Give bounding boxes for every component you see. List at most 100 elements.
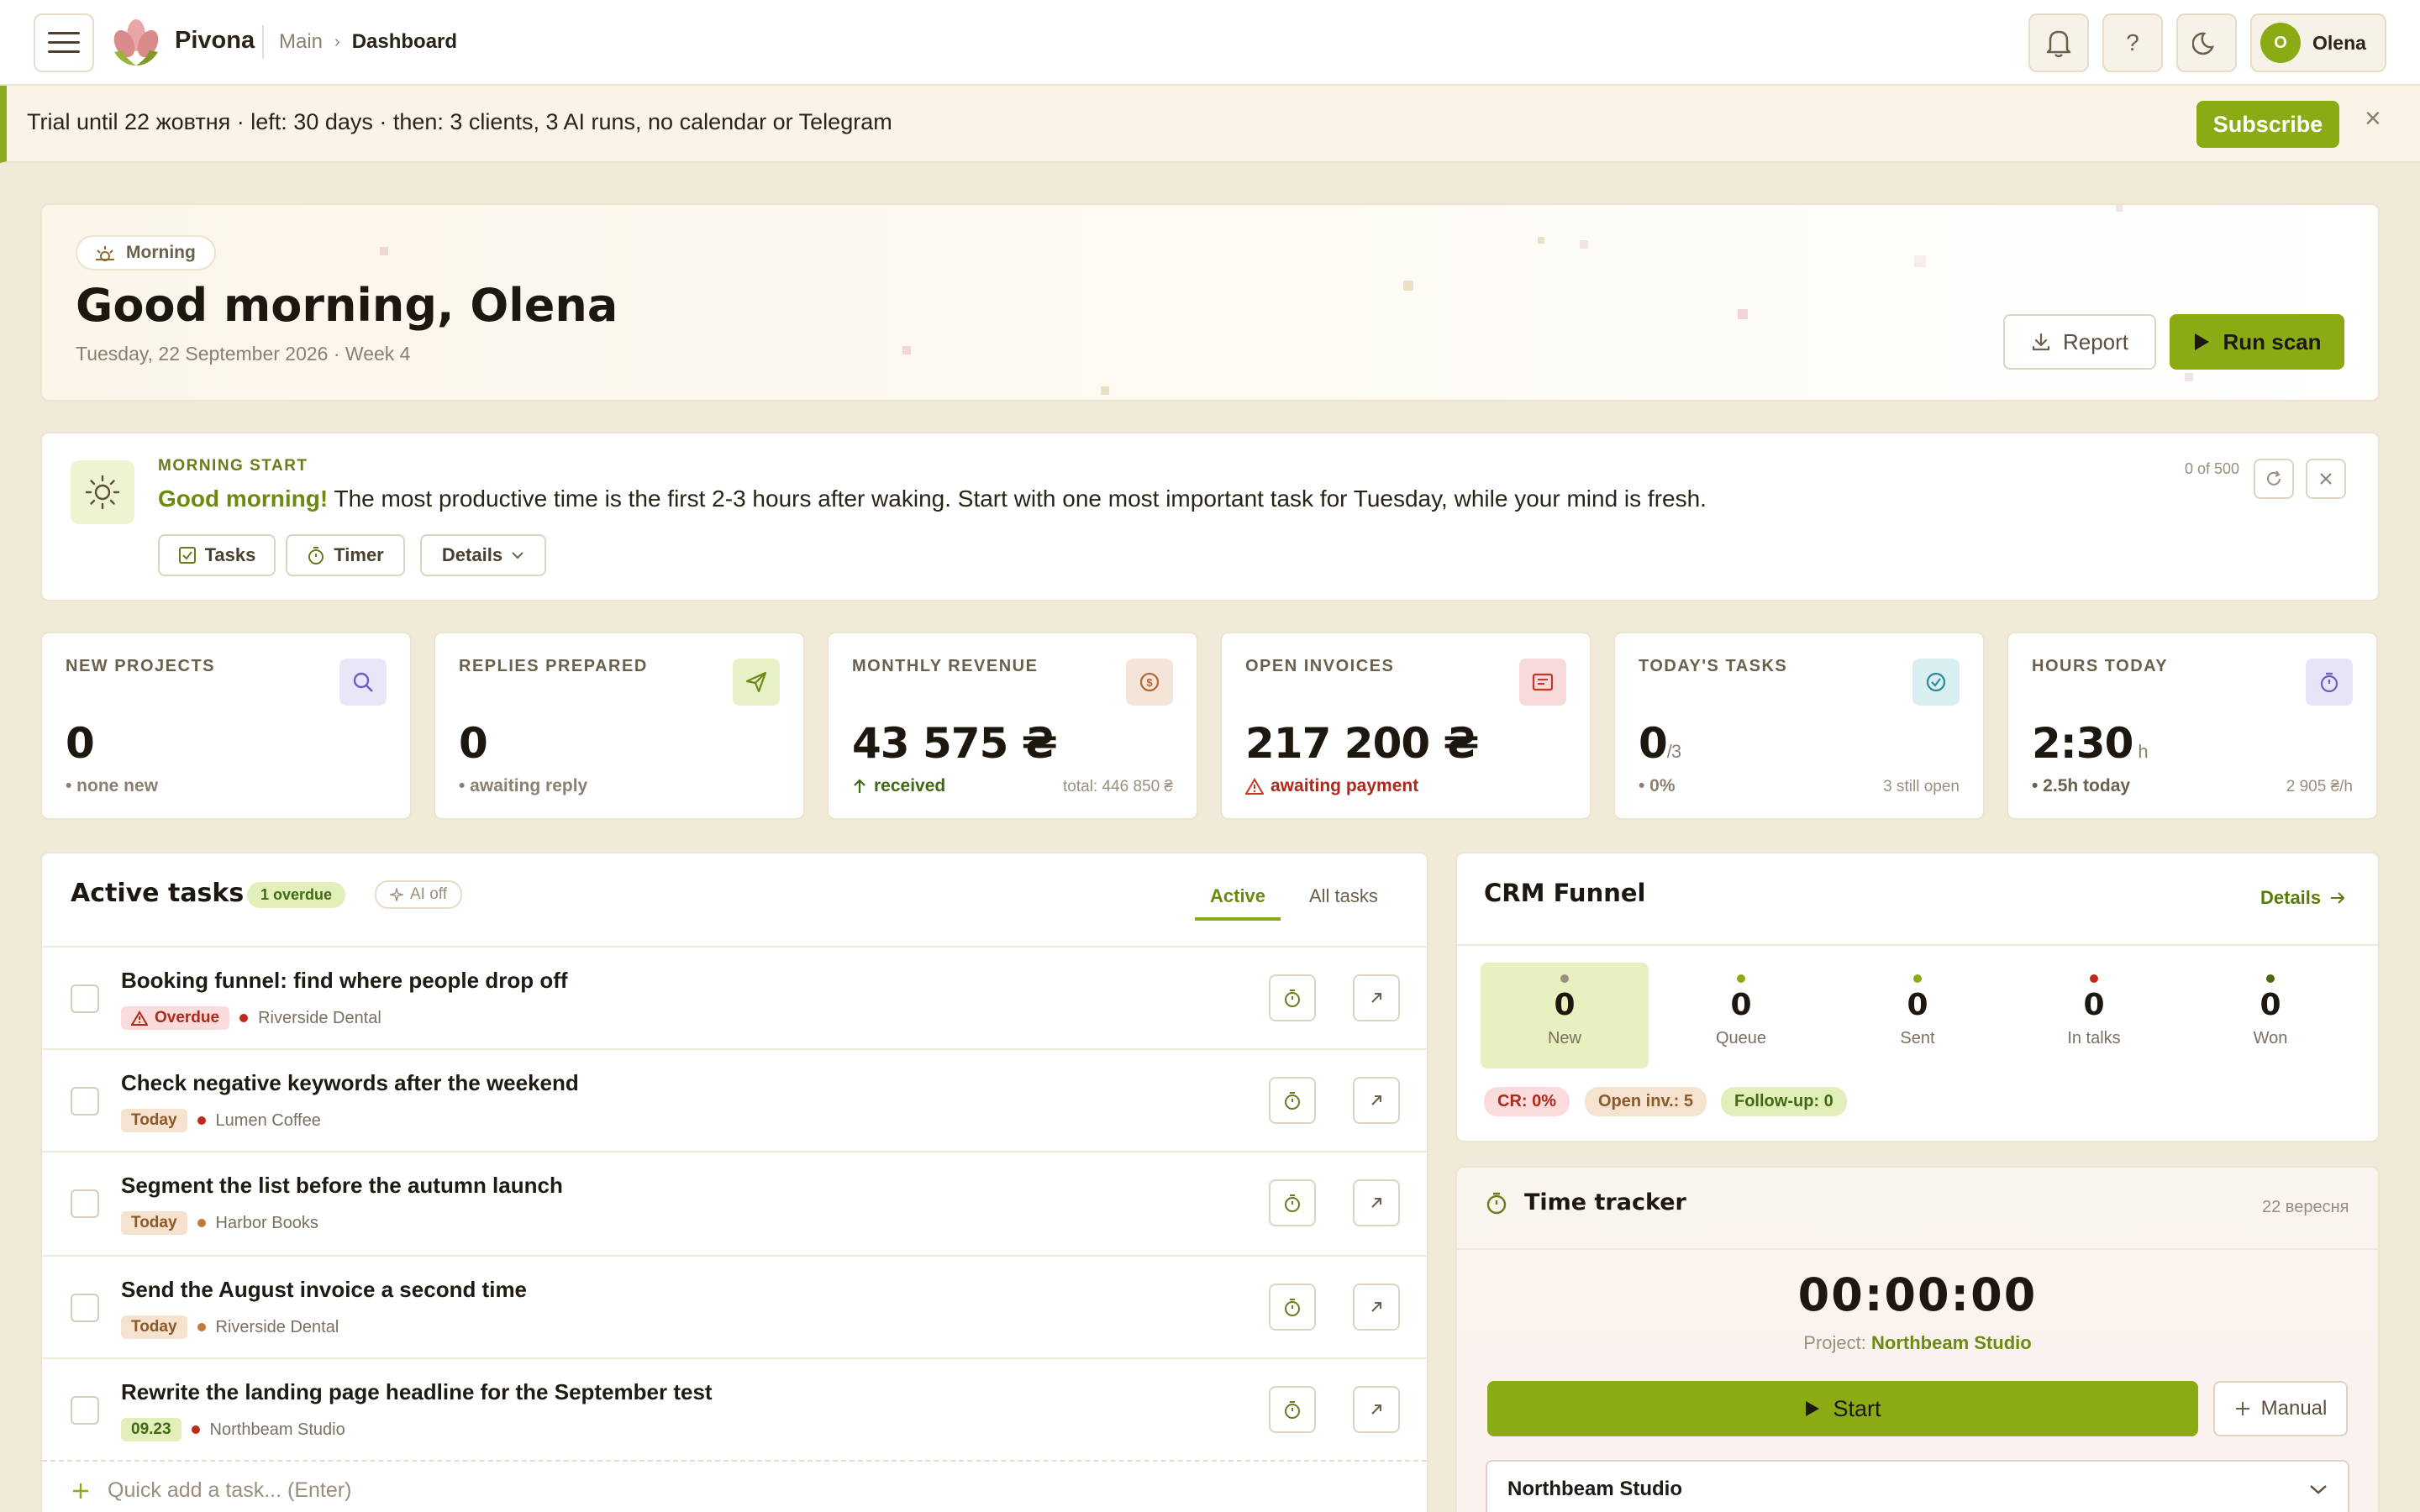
- stat-hours-today[interactable]: HOURS TODAY 2:30 h • 2.5h today 2 905 ₴/h: [2007, 632, 2378, 820]
- run-scan-button[interactable]: Run scan: [2170, 314, 2344, 370]
- refresh-icon: [2267, 470, 2281, 486]
- task-meta: Today Harbor Books: [121, 1211, 318, 1235]
- tab-active-underline: [1195, 917, 1281, 921]
- stat-new-projects[interactable]: NEW PROJECTS 0 • none new: [40, 632, 412, 820]
- stat-label: MONTHLY REVENUE: [852, 657, 1039, 675]
- user-menu[interactable]: O Olena: [2250, 13, 2386, 72]
- stat-open-invoices[interactable]: OPEN INVOICES 217 200 ₴ awaiting payment: [1220, 632, 1591, 820]
- task-checkbox[interactable]: [71, 1189, 99, 1218]
- quick-add-row[interactable]: Quick add a task... (Enter): [71, 1478, 351, 1503]
- stat-monthly-revenue[interactable]: MONTHLY REVENUE $ 43 575 ₴ received tota…: [827, 632, 1198, 820]
- stage-sent[interactable]: 0 Sent: [1833, 963, 2002, 1068]
- task-row[interactable]: Booking funnel: find where people drop o…: [42, 946, 1427, 1048]
- close-banner-button[interactable]: ×: [2365, 102, 2381, 135]
- send-icon: [733, 659, 780, 706]
- theme-toggle-button[interactable]: [2176, 13, 2237, 72]
- time-tracker-title: Time tracker: [1524, 1189, 1686, 1215]
- task-checkbox[interactable]: [71, 1294, 99, 1322]
- start-timer-button[interactable]: Start: [1487, 1381, 2198, 1436]
- task-open-button[interactable]: [1353, 1284, 1400, 1331]
- task-row[interactable]: Send the August invoice a second time To…: [42, 1255, 1427, 1357]
- coin-icon: $: [1126, 659, 1173, 706]
- task-timer-button[interactable]: [1269, 974, 1316, 1021]
- stage-label: In talks: [2067, 1029, 2121, 1047]
- stat-label: REPLIES PREPARED: [459, 657, 648, 675]
- breadcrumb-current: Dashboard: [351, 30, 458, 53]
- client-dot: [197, 1116, 206, 1125]
- task-timer-button[interactable]: [1269, 1386, 1316, 1433]
- stat-sub: • 0%: [1639, 776, 1676, 795]
- tab-all-tasks[interactable]: All tasks: [1309, 885, 1378, 907]
- close-icon: [2320, 473, 2332, 485]
- stopwatch-icon: [1285, 1092, 1300, 1110]
- task-open-button[interactable]: [1353, 974, 1400, 1021]
- task-client: Riverside Dental: [258, 1008, 381, 1027]
- task-client: Harbor Books: [215, 1213, 318, 1232]
- refresh-tip-button[interactable]: [2254, 459, 2294, 499]
- current-date: Tuesday, 22 September 2026 · Week 4: [76, 343, 411, 365]
- stage-value: 0: [1730, 988, 1752, 1022]
- follow-up-badge: Follow-up: 0: [1721, 1087, 1847, 1116]
- crm-divider: [1457, 944, 2378, 946]
- report-button[interactable]: Report: [2003, 314, 2156, 370]
- project-name[interactable]: Northbeam Studio: [1871, 1332, 2032, 1353]
- dismiss-tip-button[interactable]: [2306, 459, 2346, 499]
- task-open-button[interactable]: [1353, 1386, 1400, 1433]
- avatar: O: [2260, 23, 2301, 63]
- crm-details-link[interactable]: Details: [2260, 887, 2346, 909]
- task-row[interactable]: Segment the list before the autumn launc…: [42, 1151, 1427, 1253]
- tip-kicker: MORNING START: [158, 457, 308, 475]
- manual-entry-button[interactable]: Manual: [2213, 1381, 2348, 1436]
- stat-sub-text: received: [874, 776, 946, 795]
- notifications-button[interactable]: [2028, 13, 2089, 72]
- stat-sub: received: [852, 776, 945, 796]
- stat-sub2: 3 still open: [1883, 778, 1960, 795]
- stage-new[interactable]: 0 New: [1481, 963, 1649, 1068]
- chevron-right-icon: ›: [334, 32, 340, 51]
- quick-add-input[interactable]: Quick add a task... (Enter): [108, 1478, 351, 1503]
- task-timer-button[interactable]: [1269, 1179, 1316, 1226]
- stat-label: HOURS TODAY: [2032, 657, 2169, 675]
- brand-name[interactable]: Pivona: [175, 27, 255, 55]
- breadcrumb-divider: [262, 25, 264, 59]
- menu-button[interactable]: [34, 13, 94, 72]
- tip-text: The most productive time is the first 2-…: [334, 486, 1707, 512]
- stat-sub2: 2 905 ₴/h: [2286, 778, 2353, 795]
- sparkle-icon: [390, 888, 403, 901]
- task-row[interactable]: Rewrite the landing page headline for th…: [42, 1357, 1427, 1460]
- tab-active[interactable]: Active: [1210, 885, 1265, 907]
- stage-in-talks[interactable]: 0 In talks: [2010, 963, 2178, 1068]
- stage-value: 0: [2260, 988, 2281, 1022]
- stat-label: NEW PROJECTS: [66, 657, 216, 675]
- project-label: Project:: [1803, 1332, 1866, 1353]
- stage-queue[interactable]: 0 Queue: [1657, 963, 1825, 1068]
- stat-todays-tasks[interactable]: TODAY'S TASKS 0/3 • 0% 3 still open: [1613, 632, 1985, 820]
- stage-dot: [2090, 974, 2098, 983]
- task-checkbox[interactable]: [71, 984, 99, 1013]
- stage-dot: [1913, 974, 1922, 983]
- task-checkbox[interactable]: [71, 1396, 99, 1425]
- tracker-project: Project: Northbeam Studio: [1457, 1332, 2378, 1354]
- brand-logo[interactable]: [111, 17, 161, 69]
- project-select[interactable]: Northbeam Studio: [1486, 1460, 2349, 1512]
- task-checkbox[interactable]: [71, 1087, 99, 1116]
- tip-tasks-button[interactable]: Tasks: [158, 534, 276, 576]
- stat-replies-prepared[interactable]: REPLIES PREPARED 0 • awaiting reply: [434, 632, 805, 820]
- subscribe-button[interactable]: Subscribe: [2196, 101, 2339, 148]
- help-button[interactable]: ?: [2102, 13, 2163, 72]
- user-name: Olena: [2312, 31, 2366, 54]
- moon-icon: [2192, 32, 2214, 55]
- task-timer-button[interactable]: [1269, 1284, 1316, 1331]
- task-row[interactable]: Check negative keywords after the weeken…: [42, 1048, 1427, 1151]
- morning-tip-card: MORNING START Good morning! The most pro…: [40, 432, 2380, 601]
- tracker-divider: [1457, 1248, 2378, 1250]
- tip-timer-button[interactable]: Timer: [286, 534, 405, 576]
- checkbox-icon: [178, 547, 196, 564]
- stage-won[interactable]: 0 Won: [2186, 963, 2354, 1068]
- task-timer-button[interactable]: [1269, 1077, 1316, 1124]
- breadcrumb-main[interactable]: Main: [279, 30, 323, 54]
- warning-icon: [131, 1011, 148, 1026]
- task-open-button[interactable]: [1353, 1077, 1400, 1124]
- task-open-button[interactable]: [1353, 1179, 1400, 1226]
- tip-details-button[interactable]: Details: [420, 534, 546, 576]
